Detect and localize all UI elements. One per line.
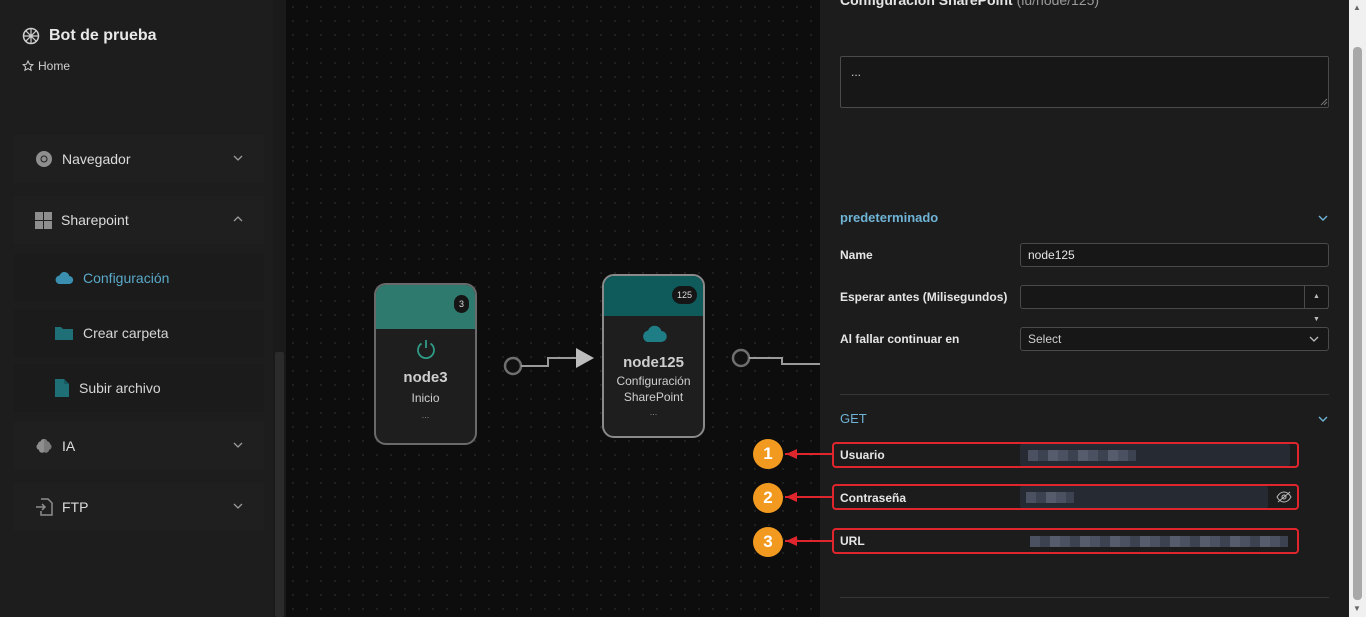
annotation-marker-1: 1 (753, 439, 783, 469)
annotation-marker-3: 3 (753, 527, 783, 557)
annotation-marker-2: 2 (753, 483, 783, 513)
scroll-up-icon[interactable]: ▲ (1353, 3, 1361, 12)
window-scrollbar[interactable]: ▲ ▼ (1349, 0, 1366, 617)
scrollbar-thumb[interactable] (1353, 47, 1362, 600)
app-root: Bot de prueba Home Navegador Sharepoint … (0, 0, 1366, 617)
annotation-arrowhead (786, 536, 797, 546)
annotation-arrowhead (786, 492, 797, 502)
annotation-arrowhead (786, 449, 797, 459)
annotation-arrows (785, 449, 832, 546)
scroll-down-icon[interactable]: ▼ (1353, 604, 1361, 613)
